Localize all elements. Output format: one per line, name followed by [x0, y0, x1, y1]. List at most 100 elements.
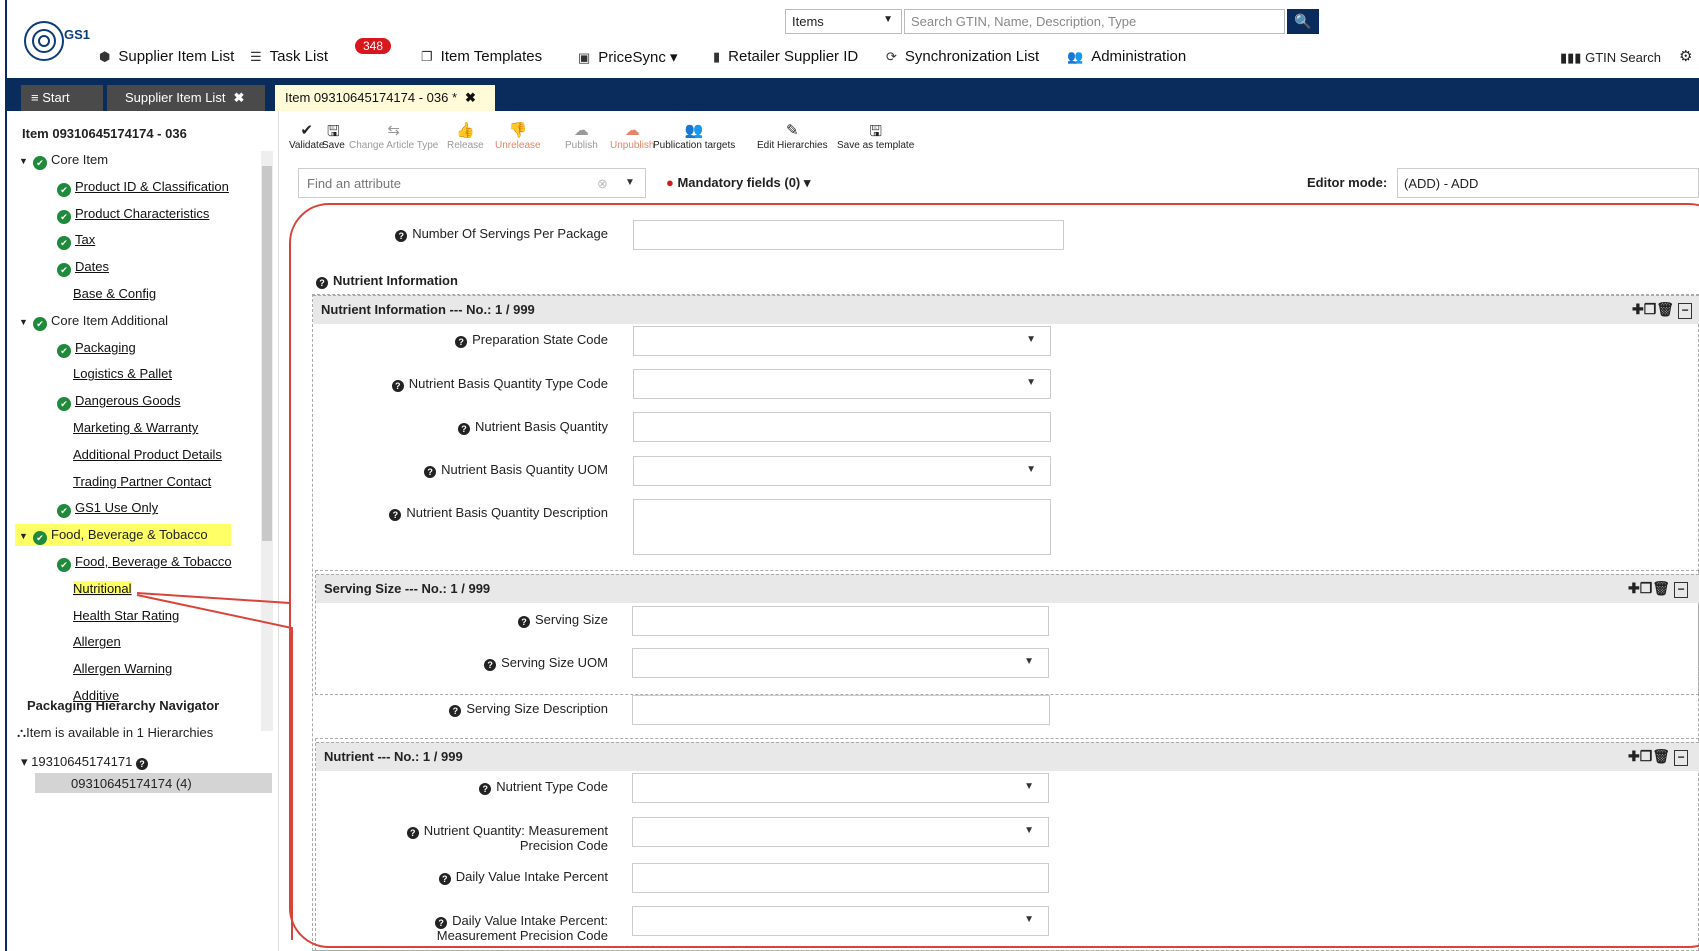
- tree-item[interactable]: ✔ Tax: [57, 229, 95, 251]
- tree-group[interactable]: ▼ ✔ Core Item Additional: [19, 310, 168, 332]
- basis-quantity-description-textarea[interactable]: [633, 499, 1051, 555]
- close-icon[interactable]: ✖: [465, 90, 476, 105]
- tree-item[interactable]: Trading Partner Contact: [73, 471, 211, 493]
- trash-icon[interactable]: 🗑: [1656, 301, 1674, 317]
- copy-icon[interactable]: ❐: [1644, 301, 1657, 317]
- help-icon[interactable]: ?: [424, 466, 437, 478]
- add-icon[interactable]: ✚: [1628, 748, 1640, 764]
- tree-item[interactable]: Allergen: [73, 631, 121, 653]
- tree-group[interactable]: ▼ ✔ Food, Beverage & Tobacco: [15, 524, 231, 547]
- help-icon[interactable]: ?: [449, 705, 462, 717]
- find-attribute-input[interactable]: Find an attribute ⊗ ▼: [298, 168, 646, 198]
- nav-retailer-supplier-id[interactable]: ▮ Retailer Supplier ID: [713, 48, 858, 65]
- tab-supplier-item-list[interactable]: Supplier Item List ✖: [107, 85, 265, 111]
- nutrient-type-select[interactable]: ▼: [632, 773, 1049, 803]
- gs1-logo[interactable]: GS1: [24, 21, 90, 61]
- toolbar-button-change-article-type[interactable]: ⇆ Change Article Type: [349, 121, 438, 151]
- caret-down-icon[interactable]: ▼: [19, 525, 33, 547]
- phn-node[interactable]: ▾ 19310645174171 ?: [21, 754, 153, 770]
- servings-per-package-input[interactable]: [633, 220, 1064, 250]
- collapse-icon[interactable]: −: [1678, 303, 1693, 319]
- tree-item[interactable]: Base & Config: [73, 283, 156, 305]
- help-icon[interactable]: ?: [136, 758, 148, 770]
- phn-selected-item[interactable]: 09310645174174 (4): [35, 773, 272, 793]
- trash-icon[interactable]: 🗑: [1652, 748, 1670, 764]
- gear-icon[interactable]: ⚙: [1679, 47, 1692, 65]
- toolbar-button-unrelease[interactable]: 👎 Unrelease: [495, 121, 541, 151]
- nav-task-list[interactable]: ☰ Task List: [250, 48, 328, 65]
- editor-mode-field[interactable]: (ADD) - ADD: [1397, 168, 1699, 198]
- search-button[interactable]: 🔍: [1287, 9, 1319, 34]
- close-icon[interactable]: ✖: [233, 90, 244, 105]
- tree-item[interactable]: Allergen Warning: [73, 658, 172, 680]
- serving-size-input[interactable]: [632, 606, 1049, 636]
- serving-size-uom-select[interactable]: ▼: [632, 648, 1049, 678]
- copy-icon[interactable]: ❐: [1640, 748, 1653, 764]
- help-icon[interactable]: ?: [389, 509, 402, 521]
- help-icon[interactable]: ?: [395, 230, 408, 242]
- help-icon[interactable]: ?: [479, 783, 492, 795]
- basis-quantity-type-select[interactable]: ▼: [633, 369, 1051, 399]
- tree-item[interactable]: Health Star Rating: [73, 605, 179, 627]
- tree-group[interactable]: ▼ ✔ Core Item: [19, 149, 108, 171]
- daily-value-intake-input[interactable]: [632, 863, 1049, 893]
- tree-item[interactable]: Additional Product Details: [73, 444, 222, 466]
- tree-item[interactable]: ✔ Dates: [57, 256, 109, 278]
- help-icon[interactable]: ?: [455, 336, 468, 348]
- serving-size-description-input[interactable]: [632, 695, 1050, 725]
- trash-icon[interactable]: 🗑: [1652, 580, 1670, 596]
- help-icon[interactable]: ?: [391, 380, 404, 392]
- help-icon[interactable]: ?: [518, 616, 531, 628]
- tree-item[interactable]: Logistics & Pallet: [73, 363, 172, 385]
- phn-info: ⛬Item is available in 1 Hierarchies: [17, 725, 213, 741]
- toolbar-button-validate[interactable]: ✔ Validate: [289, 121, 324, 151]
- tree-item[interactable]: ✔ Food, Beverage & Tobacco: [57, 551, 232, 573]
- nav-administration[interactable]: 👥 Administration: [1067, 48, 1186, 65]
- add-icon[interactable]: ✚: [1628, 580, 1640, 596]
- tree-item[interactable]: ✔ Product ID & Classification: [57, 176, 229, 198]
- tab-start[interactable]: ≡ Start: [21, 85, 103, 111]
- chevron-down-icon[interactable]: ▼: [625, 177, 635, 188]
- nav-pricesync[interactable]: ▣ PriceSync ▾: [578, 48, 678, 66]
- tree-item[interactable]: ✔ Dangerous Goods: [57, 390, 181, 412]
- tree-item[interactable]: ✔ GS1 Use Only: [57, 497, 158, 519]
- toolbar-button-unpublish[interactable]: ☁ Unpublish: [610, 121, 654, 151]
- clear-icon[interactable]: ⊗: [597, 176, 608, 192]
- help-icon[interactable]: ?: [458, 423, 471, 435]
- nav-synchronization-list[interactable]: ⟳ Synchronization List: [886, 48, 1039, 65]
- copy-icon[interactable]: ❐: [1640, 580, 1653, 596]
- basis-quantity-input[interactable]: [633, 412, 1051, 442]
- tree-item[interactable]: ✔ Packaging: [57, 337, 136, 359]
- toolbar-button-release[interactable]: 👍 Release: [447, 121, 484, 151]
- caret-down-icon[interactable]: ▼: [19, 311, 33, 333]
- daily-value-precision-select[interactable]: ▼: [632, 906, 1049, 936]
- nav-item-templates[interactable]: ❐ Item Templates: [421, 48, 542, 65]
- search-scope-select[interactable]: Items ▼: [785, 9, 902, 34]
- toolbar-button-publication-targets[interactable]: 👥 Publication targets: [653, 121, 735, 151]
- tree-item[interactable]: Nutritional: [73, 578, 132, 600]
- preparation-state-select[interactable]: ▼: [633, 326, 1051, 356]
- help-icon[interactable]: ?: [438, 873, 451, 885]
- help-icon[interactable]: ?: [484, 659, 497, 671]
- gtin-search-link[interactable]: ▮▮▮ GTIN Search: [1560, 50, 1661, 66]
- nav-supplier-item-list[interactable]: ⬢ Supplier Item List: [99, 48, 234, 65]
- caret-down-icon[interactable]: ▼: [19, 150, 33, 172]
- tree-item[interactable]: Marketing & Warranty: [73, 417, 198, 439]
- mandatory-fields-dropdown[interactable]: ● Mandatory fields (0) ▾: [666, 175, 810, 191]
- scrollbar-thumb[interactable]: [262, 166, 272, 541]
- tree-item[interactable]: ✔ Product Characteristics: [57, 203, 209, 225]
- help-icon[interactable]: ?: [406, 827, 419, 839]
- toolbar-button-edit-hierarchies[interactable]: ✎ Edit Hierarchies: [757, 121, 828, 151]
- nutrient-quantity-precision-select[interactable]: ▼: [632, 817, 1049, 847]
- search-input[interactable]: Search GTIN, Name, Description, Type: [904, 9, 1285, 34]
- toolbar-button-save-as-template[interactable]: 🖫 Save as template: [837, 121, 914, 151]
- basis-quantity-uom-select[interactable]: ▼: [633, 456, 1051, 486]
- collapse-icon[interactable]: −: [1674, 750, 1689, 766]
- toolbar-button-save[interactable]: 🖫 Save: [322, 121, 345, 151]
- add-icon[interactable]: ✚: [1632, 301, 1644, 317]
- collapse-icon[interactable]: −: [1674, 582, 1689, 598]
- tab-item[interactable]: Item 09310645174174 - 036 * ✖: [275, 85, 495, 111]
- toolbar-button-publish[interactable]: ☁ Publish: [565, 121, 598, 151]
- help-icon[interactable]: ?: [316, 277, 328, 289]
- tree-scrollbar[interactable]: [261, 151, 273, 731]
